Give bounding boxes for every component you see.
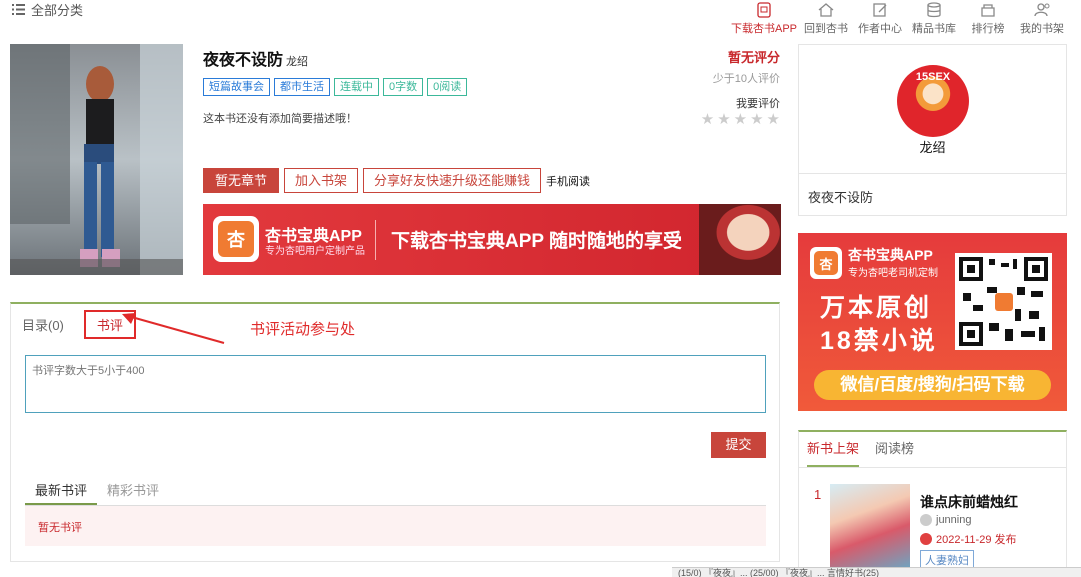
nav-library[interactable]: 精品书库 — [907, 0, 961, 36]
tag-read-count: 0阅读 — [427, 78, 468, 96]
list-icon — [12, 4, 25, 15]
review-sub-tabs: 最新书评 精彩书评 — [25, 478, 766, 506]
ranking-icon — [981, 4, 995, 17]
author-card: 15SEX 龙绍 夜夜不设防 — [798, 44, 1067, 216]
tag-genre[interactable]: 都市生活 — [274, 78, 330, 96]
rating-stars: ★ ★ ★ ★ ★ — [701, 110, 780, 128]
rank-book-cover[interactable] — [830, 484, 910, 570]
book-description: 这本书还没有添加简要描述哦！ — [203, 113, 357, 125]
app-logo-icon: 杏 — [810, 247, 842, 279]
edit-icon — [873, 3, 887, 17]
book-cover-image — [10, 44, 183, 275]
database-icon — [927, 2, 941, 18]
no-review-message: 暂无书评 — [25, 506, 766, 546]
tab-read-ranking[interactable]: 阅读榜 — [875, 432, 914, 467]
star-icon[interactable]: ★ — [734, 110, 747, 128]
tag-word-count: 0字数 — [383, 78, 424, 96]
nav-home[interactable]: 回到杏书 — [799, 0, 853, 36]
score-subtext: 少于10人评价 — [712, 73, 780, 85]
mobile-read-link[interactable]: 手机阅读 — [546, 173, 590, 189]
banner-model-image — [699, 204, 781, 275]
no-chapter-button[interactable]: 暂无章节 — [203, 168, 280, 193]
submit-button[interactable]: 提交 — [711, 432, 766, 458]
my-rate-label: 我要评价 — [736, 98, 780, 110]
book-actions: 暂无章节 加入书架 分享好友快速升级还能赚钱 手机阅读 — [203, 168, 590, 193]
add-shelf-button[interactable]: 加入书架 — [284, 168, 359, 193]
annotation-arrow-icon — [122, 313, 225, 344]
all-categories-menu[interactable]: 全部分类 — [12, 0, 83, 19]
side-banner-line1: 万本原创 — [820, 294, 933, 322]
nav-author-center[interactable]: 作者中心 — [853, 0, 907, 36]
rank-tabs: 新书上架 阅读榜 — [798, 432, 1067, 468]
side-banner-app-subtitle: 专为杏吧老司机定制 — [848, 268, 938, 279]
side-banner-download: 微信/百度/搜狗/扫码下载 — [814, 370, 1051, 400]
top-navigation: 下载杏书APP 回到杏书 作者中心 精品书库 排行榜 我的书架 — [729, 0, 1069, 36]
phone-app-icon — [757, 2, 771, 18]
star-icon[interactable]: ★ — [717, 110, 730, 128]
tag-status: 连载中 — [334, 78, 379, 96]
rank-book-title[interactable]: 谁点床前蜡烛红 — [920, 492, 1018, 512]
tab-featured-reviews[interactable]: 精彩书评 — [97, 478, 169, 505]
nav-download-app[interactable]: 下载杏书APP — [729, 0, 799, 36]
book-tags: 短篇故事会 都市生活 连载中 0字数 0阅读 — [203, 78, 468, 96]
banner-divider — [375, 220, 376, 260]
rank-number: 1 — [814, 487, 822, 502]
taskbar-strip: (15/0) 『夜夜』... (25/00) 『夜夜』... 言情好书(25) — [672, 567, 1081, 577]
user-icon — [920, 514, 932, 526]
share-button[interactable]: 分享好友快速升级还能赚钱 — [363, 168, 542, 193]
book-title: 夜夜不设防 龙绍 — [203, 52, 309, 69]
banner-slogan: 下载杏书宝典APP 随时随地的享受 — [391, 231, 683, 252]
tag-category[interactable]: 短篇故事会 — [203, 78, 270, 96]
app-download-banner[interactable]: 杏 杏书宝典APP 专为杏吧用户定制产品 下载杏书宝典APP 随时随地的享受 — [203, 204, 781, 275]
book-author[interactable]: 龙绍 — [286, 56, 308, 68]
side-app-banner[interactable]: 杏 杏书宝典APP 专为杏吧老司机定制 万本原创 18禁小说 微信/百度/搜狗/… — [798, 233, 1067, 411]
side-banner-line2: 18禁小说 — [820, 327, 938, 355]
nav-ranking[interactable]: 排行榜 — [961, 0, 1015, 36]
home-icon — [818, 3, 834, 17]
star-icon[interactable]: ★ — [701, 110, 714, 128]
app-logo-icon: 杏 — [213, 216, 259, 262]
review-input[interactable] — [25, 355, 766, 413]
nav-my-shelf[interactable]: 我的书架 — [1015, 0, 1069, 36]
star-icon[interactable]: ★ — [750, 110, 763, 128]
side-banner-app-name: 杏书宝典APP — [848, 247, 933, 263]
annotation-label: 书评活动参与处 — [250, 321, 356, 338]
clock-icon — [920, 533, 932, 545]
all-categories-label: 全部分类 — [31, 3, 84, 18]
tab-directory[interactable]: 目录(0) — [22, 315, 64, 334]
banner-app-subtitle: 专为杏吧用户定制产品 — [265, 246, 365, 257]
author-name[interactable]: 龙绍 — [799, 137, 1066, 156]
avatar[interactable]: 15SEX — [897, 65, 969, 137]
rank-book-date: 2022-11-29 发布 — [920, 531, 1017, 547]
score-label: 暂无评分 — [727, 50, 780, 65]
qr-code-icon — [955, 253, 1052, 350]
tab-latest-reviews[interactable]: 最新书评 — [25, 478, 98, 505]
author-book-link[interactable]: 夜夜不设防 — [799, 173, 1066, 219]
user-icon — [1034, 3, 1050, 17]
tab-new-books[interactable]: 新书上架 — [807, 432, 860, 467]
star-icon[interactable]: ★ — [767, 110, 780, 128]
rank-book-author: junning — [920, 514, 971, 526]
